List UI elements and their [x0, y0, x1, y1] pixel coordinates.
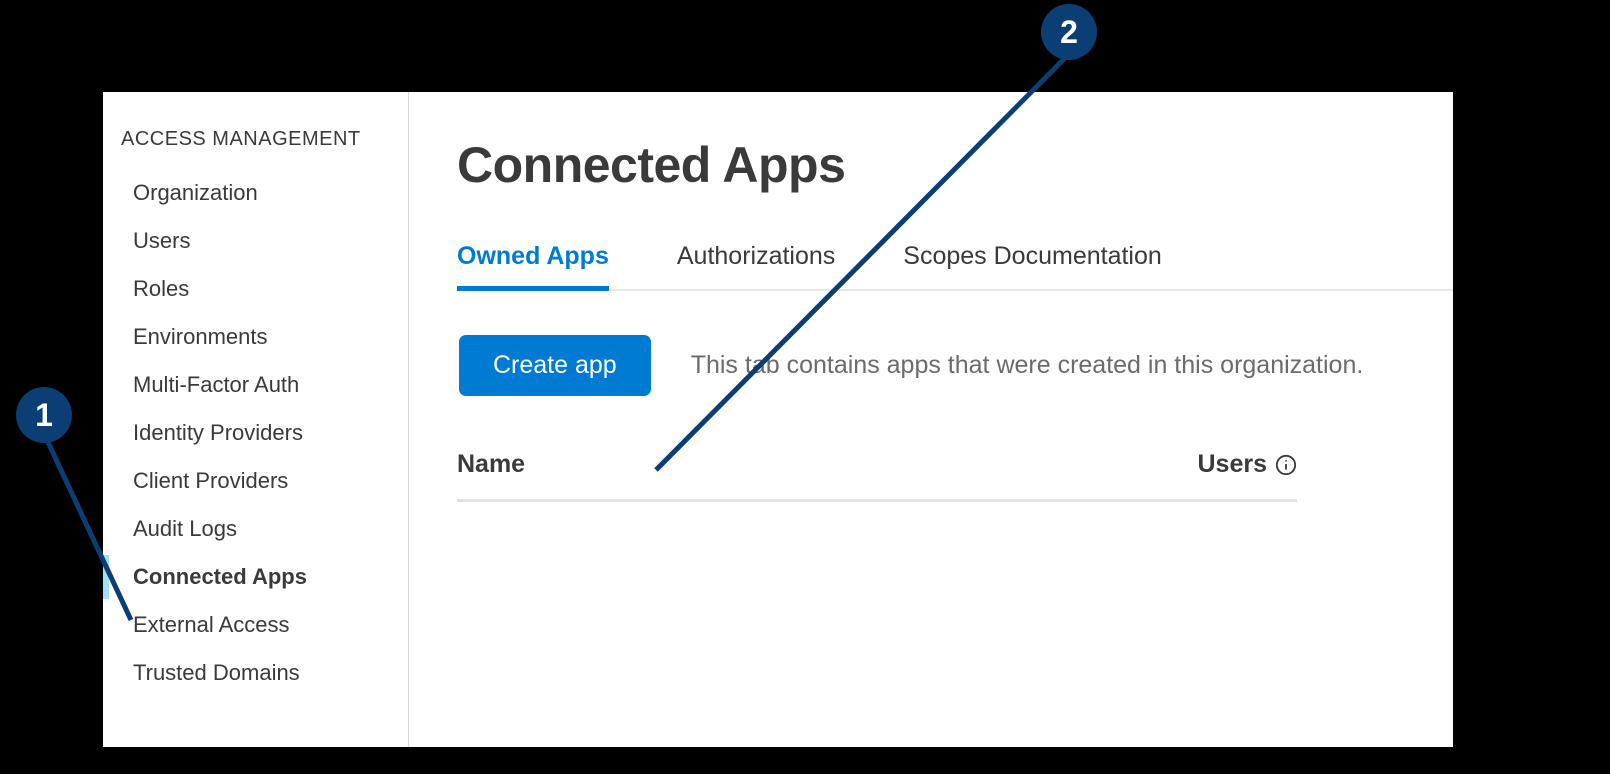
- actions-row: Create app This tab contains apps that w…: [459, 335, 1453, 396]
- page-title: Connected Apps: [457, 136, 1453, 194]
- column-users-label: Users: [1198, 450, 1268, 479]
- sidebar-section-header: ACCESS MANAGEMENT: [121, 128, 408, 151]
- sidebar-item-environments[interactable]: Environments: [121, 313, 408, 361]
- info-icon[interactable]: [1275, 454, 1297, 476]
- tabs: Owned Apps Authorizations Scopes Documen…: [457, 242, 1453, 291]
- sidebar-item-client-providers[interactable]: Client Providers: [121, 457, 408, 505]
- sidebar-item-organization[interactable]: Organization: [121, 169, 408, 217]
- sidebar-item-trusted-domains[interactable]: Trusted Domains: [121, 649, 408, 697]
- tab-authorizations[interactable]: Authorizations: [677, 242, 835, 289]
- sidebar-item-roles[interactable]: Roles: [121, 265, 408, 313]
- tab-scopes-documentation[interactable]: Scopes Documentation: [903, 242, 1161, 289]
- main-content: Connected Apps Owned Apps Authorizations…: [409, 92, 1453, 747]
- callout-badge-2: 2: [1041, 4, 1097, 60]
- column-users: Users: [1198, 450, 1298, 479]
- create-app-button[interactable]: Create app: [459, 335, 651, 396]
- column-name: Name: [457, 450, 525, 479]
- callout-badge-1: 1: [16, 387, 72, 443]
- sidebar-item-external-access[interactable]: External Access: [121, 601, 408, 649]
- tab-owned-apps[interactable]: Owned Apps: [457, 242, 609, 289]
- sidebar-item-audit-logs[interactable]: Audit Logs: [121, 505, 408, 553]
- sidebar-item-connected-apps[interactable]: Connected Apps: [121, 553, 408, 601]
- sidebar-item-users[interactable]: Users: [121, 217, 408, 265]
- sidebar-item-identity-providers[interactable]: Identity Providers: [121, 409, 408, 457]
- sidebar: ACCESS MANAGEMENT Organization Users Rol…: [103, 92, 409, 747]
- app-window: ACCESS MANAGEMENT Organization Users Rol…: [103, 92, 1453, 747]
- table-header: Name Users: [457, 440, 1297, 502]
- sidebar-item-mfa[interactable]: Multi-Factor Auth: [121, 361, 408, 409]
- tab-description: This tab contains apps that were created…: [691, 351, 1364, 380]
